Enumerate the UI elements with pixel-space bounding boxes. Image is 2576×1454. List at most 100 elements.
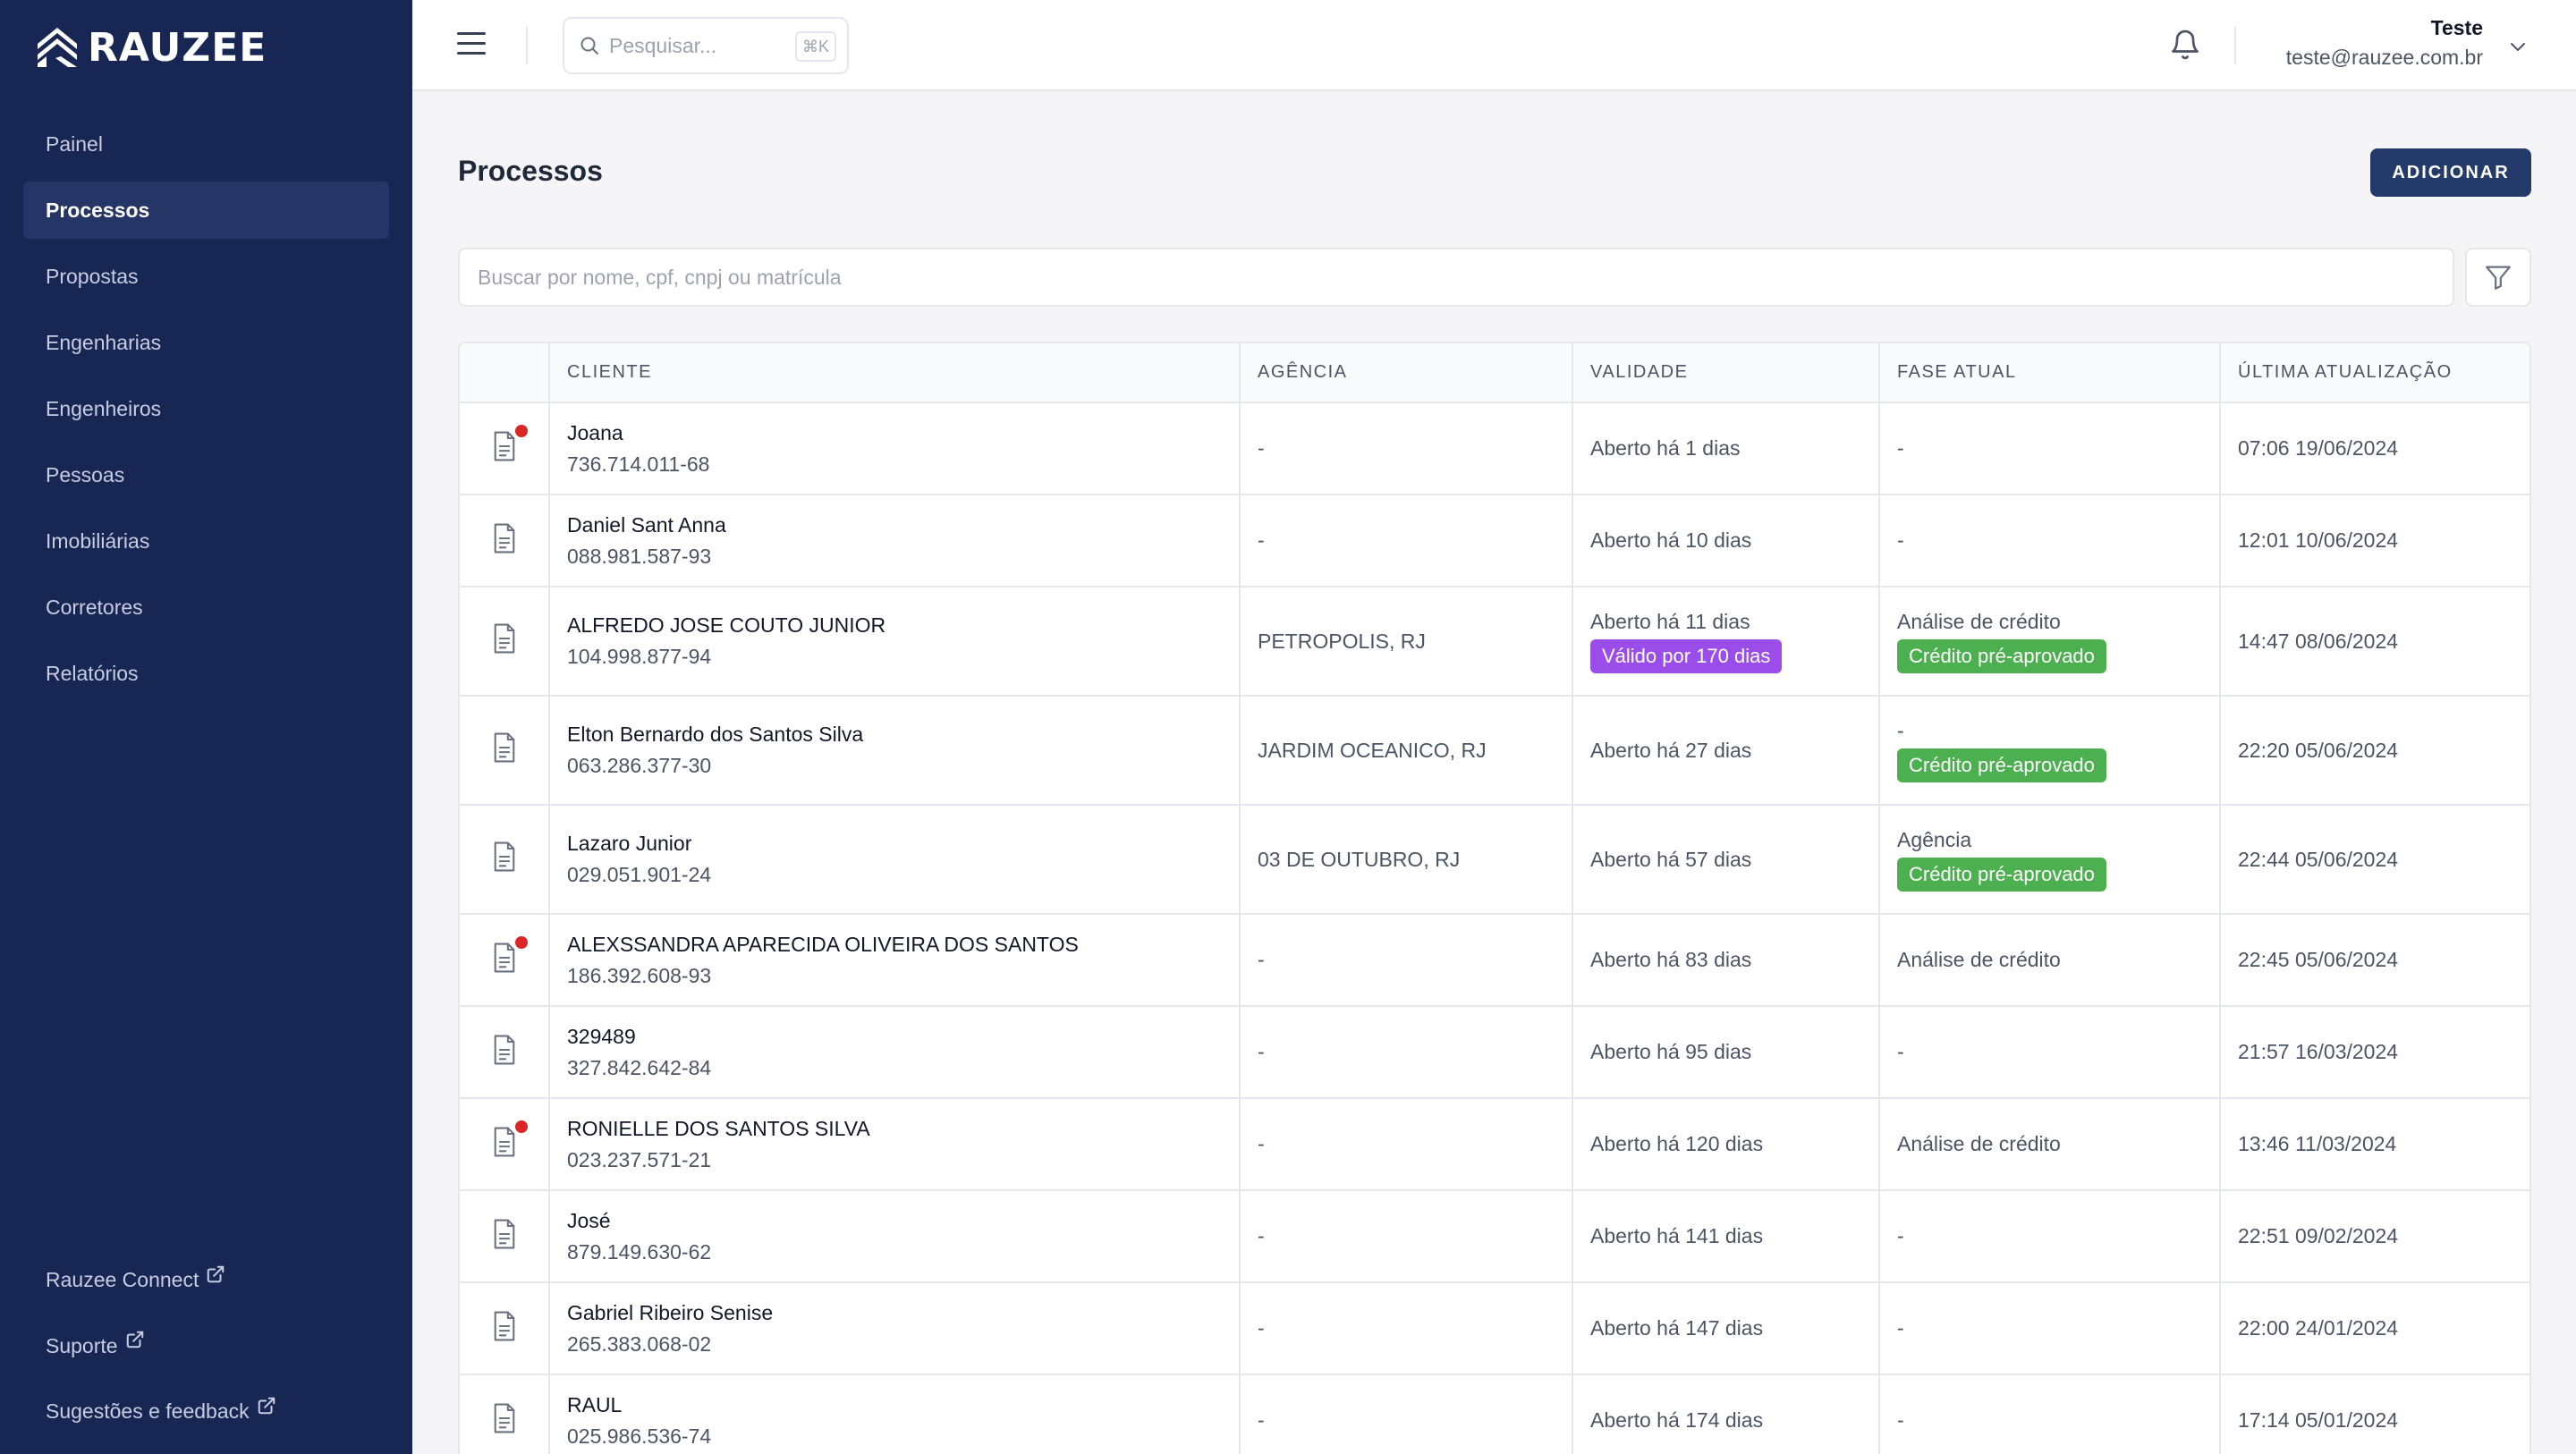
agency-cell: - — [1239, 1098, 1572, 1191]
row-icon-cell — [460, 696, 549, 806]
unread-indicator — [513, 934, 530, 951]
client-cell: 329489 327.842.642-84 — [548, 1006, 1240, 1099]
table-row[interactable]: ALEXSSANDRA APARECIDA OLIVEIRA DOS SANTO… — [460, 914, 2529, 1007]
sidebar-item-engenheiros[interactable]: Engenheiros — [23, 380, 389, 437]
external-link-icon — [208, 1265, 225, 1283]
validity-text: Aberto há 27 dias — [1590, 738, 1752, 762]
user-menu[interactable]: Teste teste@rauzee.com.br — [2286, 16, 2483, 70]
suporte-link[interactable]: Suporte — [46, 1314, 276, 1380]
topbar: Pesquisar... ⌘K Teste teste@rauzee.com.b… — [412, 0, 2576, 91]
hamburger-menu-icon[interactable] — [457, 32, 486, 57]
updated-cell: 21:57 16/03/2024 — [2219, 1006, 2529, 1099]
table-row[interactable]: 329489 327.842.642-84- Aberto há 95 dias -2… — [460, 1006, 2529, 1099]
sidebar-item-label: Engenheiros — [46, 396, 162, 420]
client-name: Elton Bernardo dos Santos Silva — [567, 723, 864, 746]
validity-text: Aberto há 174 dias — [1590, 1408, 1764, 1432]
validity-cell: Aberto há 120 dias — [1572, 1098, 1879, 1191]
updated-cell: 22:00 24/01/2024 — [2219, 1282, 2529, 1375]
global-search-input[interactable]: Pesquisar... ⌘K — [563, 17, 849, 74]
client-document: 879.149.630-62 — [567, 1239, 712, 1264]
table-row[interactable]: Gabriel Ribeiro Senise 265.383.068-02- Abe… — [460, 1282, 2529, 1375]
sidebar-item-label: Imobiliárias — [46, 528, 150, 553]
phase-badge: Crédito pré-aprovado — [1897, 638, 2106, 673]
agency-cell: - — [1239, 1006, 1572, 1099]
row-icon-cell — [460, 402, 549, 495]
validity-cell: Aberto há 11 dias Válido por 170 dias — [1572, 587, 1879, 697]
sidebar-item-pessoas[interactable]: Pessoas — [23, 446, 389, 503]
sidebar-item-label: Painel — [46, 131, 103, 156]
filter-icon — [2486, 266, 2511, 290]
client-document: 104.998.877-94 — [567, 645, 712, 668]
process-search-input[interactable] — [458, 248, 2454, 307]
document-icon — [494, 841, 514, 872]
row-icon-cell — [460, 1006, 549, 1099]
bell-icon[interactable] — [2169, 27, 2201, 63]
rauzee-logo[interactable]: RAUZEE — [34, 23, 267, 72]
sidebar-item-imobiliarias[interactable]: Imobiliárias — [23, 512, 389, 570]
client-name: Joana — [567, 420, 623, 444]
client-name: Daniel Sant Anna — [567, 512, 726, 537]
agency-cell: - — [1239, 1190, 1572, 1283]
validity-badge: Válido por 170 dias — [1590, 638, 1783, 673]
agency-cell: - — [1239, 495, 1572, 588]
sidebar-item-corretores[interactable]: Corretores — [23, 579, 389, 636]
column-header-agencia[interactable]: AGÊNCIA — [1239, 343, 1572, 403]
feedback-link[interactable]: Sugestões e feedback — [46, 1379, 276, 1445]
user-email: teste@rauzee.com.br — [2285, 46, 2483, 69]
unread-indicator — [513, 1118, 530, 1135]
client-document: 736.714.011-68 — [567, 452, 710, 476]
table-row[interactable]: RONIELLE DOS SANTOS SILVA 023.237.571-21 -… — [460, 1098, 2529, 1191]
client-document: 088.981.587-93 — [567, 544, 712, 568]
sidebar-item-processos[interactable]: Processos — [23, 182, 389, 239]
phase-cell: Análise de crédito — [1878, 914, 2220, 1007]
client-name: ALEXSSANDRA APARECIDA OLIVEIRA DOS SANTO… — [567, 932, 1079, 956]
row-icon-cell — [460, 1282, 549, 1375]
table-row[interactable]: RAUL 025.986.536-74- Aberto há 174 dias -17… — [460, 1374, 2529, 1454]
table-row[interactable]: Daniel Sant Anna 088.981.587-93 - Aberto há… — [460, 495, 2529, 588]
client-name: Gabriel Ribeiro Senise — [567, 1300, 774, 1324]
client-name: 329489 — [567, 1024, 636, 1048]
phase-text: Agência — [1897, 827, 1972, 851]
sidebar-item-painel[interactable]: Painel — [23, 115, 389, 173]
document-icon — [494, 1219, 514, 1248]
table-row[interactable]: Elton Bernardo dos Santos Silva 063.286.3… — [460, 696, 2529, 806]
document-icon-wrap — [490, 1402, 519, 1434]
phase-text: Análise de crédito — [1897, 609, 2061, 633]
column-header-ultima-atualizacao[interactable]: ÚLTIMA ATUALIZAÇÃO — [2219, 343, 2529, 403]
document-icon — [494, 1403, 514, 1433]
column-header-fase-atual[interactable]: FASE ATUAL — [1878, 343, 2220, 403]
sidebar-item-relatorios[interactable]: Relatórios — [23, 645, 389, 702]
phase-text: - — [1897, 1408, 1904, 1432]
updated-cell: 13:46 11/03/2024 — [2219, 1098, 2529, 1191]
external-link-icon — [126, 1331, 143, 1348]
table-row[interactable]: ALFREDO JOSE COUTO JUNIOR 104.998.877-94 P… — [460, 587, 2529, 697]
agency-cell: PETROPOLIS, RJ — [1239, 587, 1572, 697]
phase-cell: Agência Crédito pré-aprovado — [1878, 805, 2220, 915]
client-document: 265.383.068-02 — [567, 1331, 712, 1356]
sidebar-nav: Painel Processos Propostas Engenharias E… — [23, 115, 389, 711]
validity-text: Aberto há 83 dias — [1590, 948, 1752, 971]
client-name: RAUL — [567, 1392, 623, 1416]
column-header-validade[interactable]: VALIDADE — [1572, 343, 1879, 403]
updated-cell: 22:44 05/06/2024 — [2219, 805, 2529, 915]
validity-cell: Aberto há 1 dias — [1572, 402, 1879, 495]
phase-badge: Crédito pré-aprovado — [1897, 748, 2106, 782]
client-cell: RONIELLE DOS SANTOS SILVA 023.237.571-21 — [548, 1098, 1240, 1191]
sidebar-item-propostas[interactable]: Propostas — [23, 248, 389, 305]
table-row[interactable]: José 879.149.630-62- Aberto há 141 dias -22… — [460, 1190, 2529, 1283]
chevron-down-icon[interactable] — [2507, 36, 2529, 57]
column-header-cliente[interactable]: CLIENTE — [548, 343, 1240, 403]
sidebar-item-engenharias[interactable]: Engenharias — [23, 314, 389, 371]
phase-text: - — [1897, 1316, 1904, 1340]
sidebar-item-label: Corretores — [46, 595, 143, 619]
rauzee-connect-link[interactable]: Rauzee Connect — [46, 1247, 276, 1314]
table-row[interactable]: Joana 736.714.011-68- Aberto há 1 dias -07:… — [460, 402, 2529, 495]
client-document: 327.842.642-84 — [567, 1055, 712, 1079]
add-button[interactable]: ADICIONAR — [2370, 148, 2531, 197]
table-row[interactable]: Lazaro Junior 029.051.901-24 03 DE OUTUBRO… — [460, 805, 2529, 915]
validity-cell: Aberto há 10 dias — [1572, 495, 1879, 588]
filter-button[interactable] — [2465, 248, 2531, 307]
phase-text: - — [1897, 528, 1904, 552]
agency-cell: - — [1239, 1282, 1572, 1375]
client-document: 029.051.901-24 — [567, 863, 712, 886]
